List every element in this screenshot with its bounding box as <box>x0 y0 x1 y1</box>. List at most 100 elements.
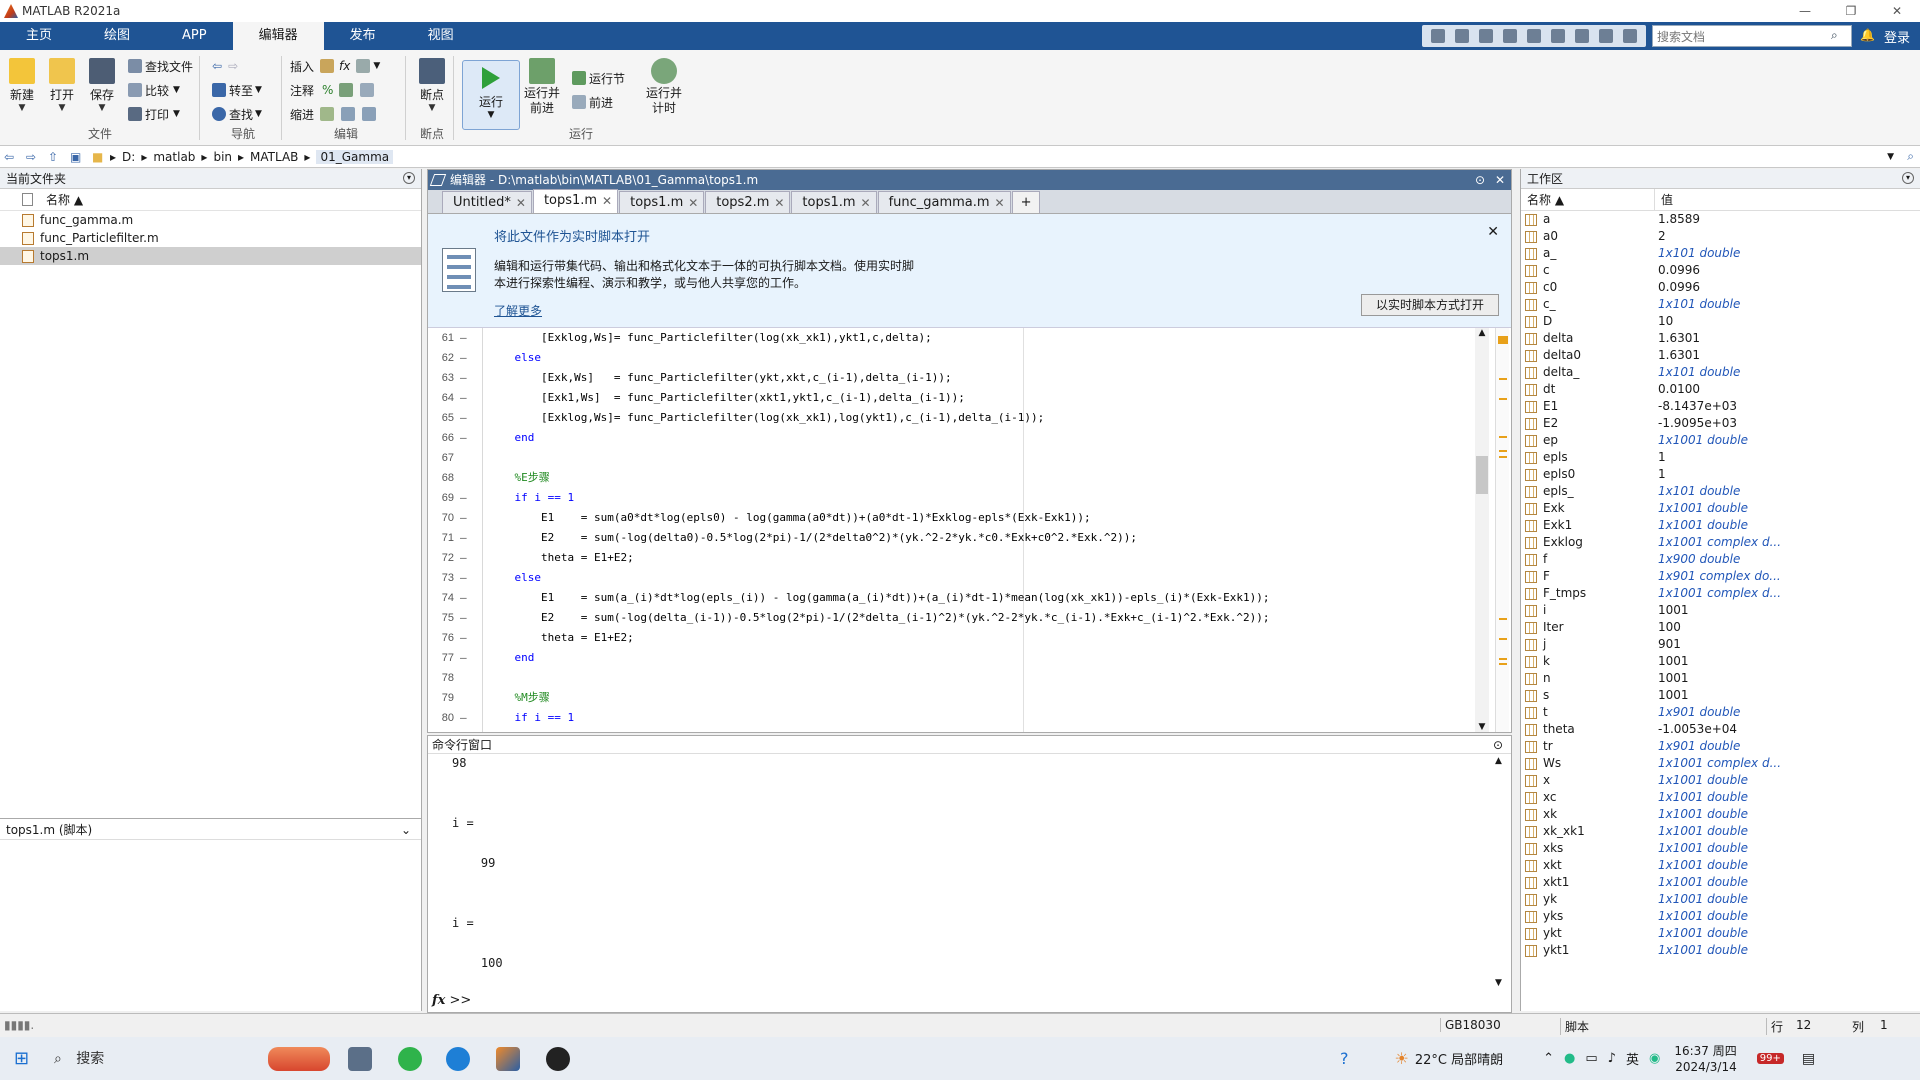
breadcrumb-matlab[interactable]: matlab <box>153 150 195 164</box>
workspace-variable-row[interactable]: ep 1x1001 double <box>1521 432 1920 449</box>
back-icon[interactable]: ⇦ <box>4 150 18 164</box>
show-hidden-icons-icon[interactable]: ⌃ <box>1543 1051 1554 1066</box>
warning-marker[interactable] <box>1499 456 1507 458</box>
line-number[interactable]: 67 <box>428 448 454 468</box>
line-number[interactable]: 72 <box>428 548 454 568</box>
panel-menu-icon[interactable]: ▾ <box>1902 172 1914 184</box>
line-number[interactable]: 70 <box>428 508 454 528</box>
warning-marker[interactable] <box>1499 398 1507 400</box>
workspace-variable-row[interactable]: D 10 <box>1521 313 1920 330</box>
save-button[interactable]: 保存 ▼ <box>84 56 120 113</box>
warning-marker[interactable] <box>1499 436 1507 438</box>
breadcrumb-01-gamma[interactable]: 01_Gamma <box>316 149 394 164</box>
code-area[interactable]: ▲ ▼ 61– [Exklog,Ws]= func_Particlefilter(… <box>428 328 1511 732</box>
code-line[interactable]: 75– E2 = sum(-log(delta_(i-1))-0.5*log(2… <box>428 608 1458 628</box>
line-number[interactable]: 75 <box>428 608 454 628</box>
line-number[interactable]: 79 <box>428 688 454 708</box>
notifications-icon[interactable]: ▤ <box>1802 1051 1815 1067</box>
command-scrollbar[interactable]: ▲ ▼ <box>1495 756 1507 988</box>
details-panel-header[interactable]: tops1.m (脚本) ⌄ <box>0 818 421 840</box>
smart-indent-icon[interactable] <box>320 107 335 121</box>
breakpoint-marker[interactable]: – <box>460 608 467 628</box>
editor-tab[interactable]: tops1.m ✕ <box>619 191 705 214</box>
breakpoint-marker[interactable]: – <box>460 548 467 568</box>
workspace-value-column[interactable]: 值 <box>1654 189 1899 210</box>
taskbar-search-box[interactable]: ⌕ 搜索 <box>54 1047 284 1071</box>
search-icon[interactable]: ⌕ <box>1831 28 1847 44</box>
workspace-variable-row[interactable]: a_ 1x101 double <box>1521 245 1920 262</box>
paste-icon[interactable] <box>1502 29 1517 43</box>
line-number[interactable]: 69 <box>428 488 454 508</box>
tab-view[interactable]: 视图 <box>402 22 480 50</box>
line-number[interactable]: 76 <box>428 628 454 648</box>
workspace-variable-row[interactable]: a0 2 <box>1521 228 1920 245</box>
breakpoint-marker[interactable]: – <box>460 628 467 648</box>
find-files-button[interactable]: 查找文件 <box>128 56 193 76</box>
print-button[interactable]: 打印 ▼ <box>128 104 180 124</box>
code-line[interactable]: 63– [Exk,Ws] = func_Particlefilter(ykt,x… <box>428 368 1458 388</box>
login-link[interactable]: 登录 <box>1884 27 1910 46</box>
breakpoint-marker[interactable]: – <box>460 328 467 348</box>
goto-button[interactable]: 转至 ▼ <box>212 80 262 100</box>
close-tab-icon[interactable]: ✕ <box>774 192 784 214</box>
uncomment-icon[interactable] <box>339 83 354 97</box>
workspace-variable-row[interactable]: yks 1x1001 double <box>1521 908 1920 925</box>
workspace-variable-row[interactable]: f 1x900 double <box>1521 551 1920 568</box>
breakpoint-marker[interactable]: – <box>460 528 467 548</box>
breadcrumb-bin[interactable]: bin <box>213 150 232 164</box>
breakpoint-marker[interactable]: – <box>460 428 467 448</box>
line-number[interactable]: 68 <box>428 468 454 488</box>
banner-close-icon[interactable]: ✕ <box>1487 224 1499 240</box>
close-tab-icon[interactable]: ✕ <box>688 192 698 214</box>
workspace-variable-row[interactable]: ykt 1x1001 double <box>1521 925 1920 942</box>
cut-icon[interactable] <box>1454 29 1469 43</box>
notification-count-badge[interactable]: 99+ <box>1756 1053 1784 1064</box>
workspace-variable-row[interactable]: yk 1x1001 double <box>1521 891 1920 908</box>
browser-360-icon[interactable] <box>398 1047 422 1071</box>
settings-icon[interactable] <box>1622 29 1637 43</box>
workspace-variable-row[interactable]: epls_ 1x101 double <box>1521 483 1920 500</box>
line-number[interactable]: 71 <box>428 528 454 548</box>
task-view-icon[interactable] <box>348 1047 372 1071</box>
workspace-variable-row[interactable]: ykt1 1x1001 double <box>1521 942 1920 959</box>
windows-start-icon[interactable]: ⊞ <box>14 1048 29 1069</box>
close-tab-icon[interactable]: ✕ <box>861 192 871 214</box>
workspace-variable-row[interactable]: xk 1x1001 double <box>1521 806 1920 823</box>
tab-publish[interactable]: 发布 <box>324 22 402 50</box>
tab-apps[interactable]: APP <box>156 22 233 50</box>
learn-more-link[interactable]: 了解更多 <box>494 302 542 319</box>
line-number[interactable]: 65 <box>428 408 454 428</box>
close-tab-icon[interactable]: ✕ <box>995 192 1005 214</box>
comment-percent-icon[interactable]: % <box>322 83 333 97</box>
scroll-down-icon[interactable]: ▼ <box>1475 722 1489 732</box>
editor-menu-icon[interactable]: ⊙ <box>1475 170 1485 190</box>
name-column-header[interactable]: 名称 ▲ <box>0 189 421 211</box>
decrease-indent-icon[interactable] <box>362 107 377 121</box>
tab-editor[interactable]: 编辑器 <box>232 22 324 50</box>
code-line[interactable]: 77– end <box>428 648 1458 668</box>
workspace-variable-row[interactable]: k 1001 <box>1521 653 1920 670</box>
workspace-variable-row[interactable]: E1 -8.1437e+03 <box>1521 398 1920 415</box>
warning-marker[interactable] <box>1499 663 1507 665</box>
bell-icon[interactable]: 🔔 <box>1860 28 1876 44</box>
code-line[interactable]: 72– theta = E1+E2; <box>428 548 1458 568</box>
editor-tab[interactable]: tops2.m ✕ <box>705 191 791 214</box>
workspace-variable-row[interactable]: c 0.0996 <box>1521 262 1920 279</box>
scroll-down-icon[interactable]: ▼ <box>1495 978 1502 988</box>
breakpoint-marker[interactable]: – <box>460 588 467 608</box>
workspace-variable-row[interactable]: epls 1 <box>1521 449 1920 466</box>
forward-arrow-icon[interactable]: ⇨ <box>228 59 238 73</box>
workspace-variable-row[interactable]: s 1001 <box>1521 687 1920 704</box>
editor-close-icon[interactable]: ✕ <box>1495 170 1505 190</box>
qq-icon[interactable] <box>546 1047 570 1071</box>
close-tab-icon[interactable]: ✕ <box>602 190 612 212</box>
file-item[interactable]: func_gamma.m <box>0 211 421 229</box>
breakpoint-marker[interactable]: – <box>460 388 467 408</box>
workspace-variable-row[interactable]: theta -1.0053e+04 <box>1521 721 1920 738</box>
command-prompt-row[interactable]: fx >> <box>428 990 1511 1012</box>
line-number[interactable]: 77 <box>428 648 454 668</box>
file-item[interactable]: func_Particlefilter.m <box>0 229 421 247</box>
volume-icon[interactable]: ♪ <box>1608 1051 1616 1066</box>
breakpoints-button[interactable]: 断点 ▼ <box>414 56 450 113</box>
editor-tab[interactable]: tops1.m ✕ <box>532 189 619 213</box>
